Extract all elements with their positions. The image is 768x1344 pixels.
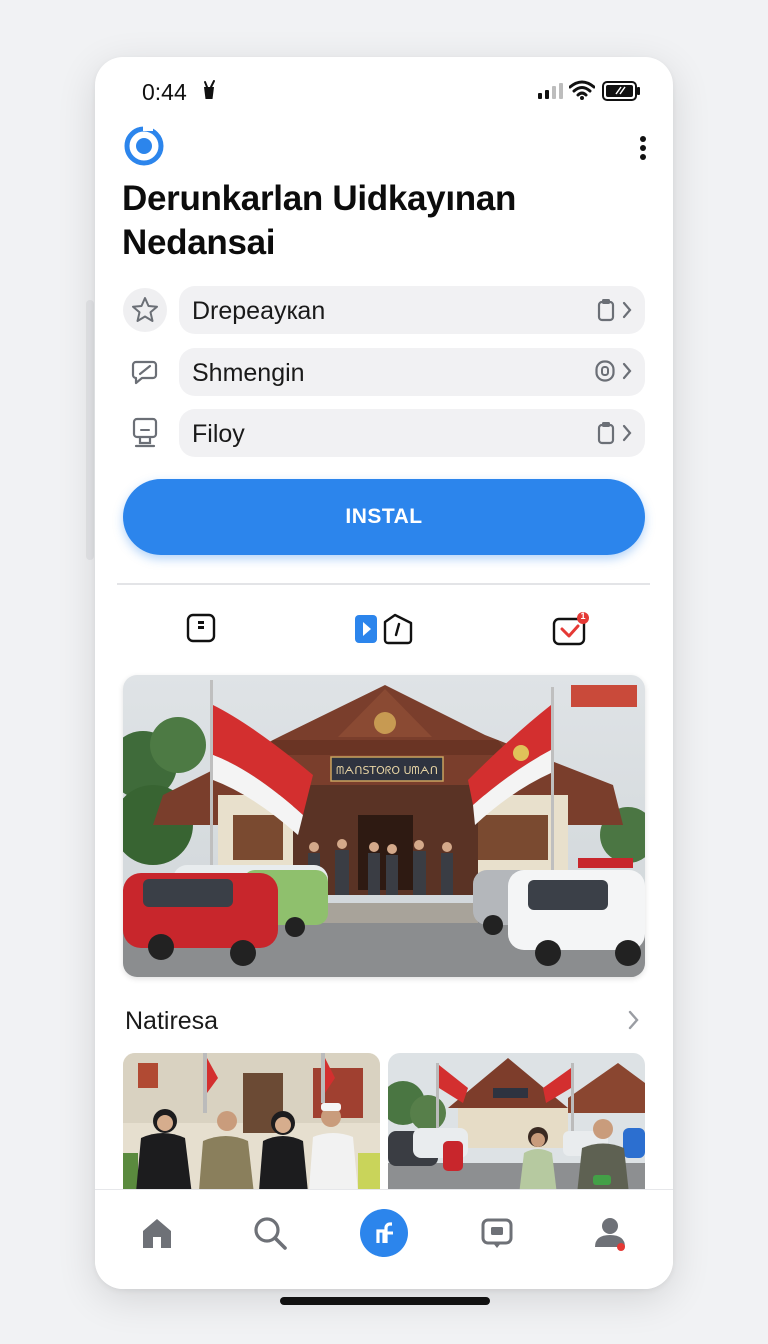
profile-icon (595, 1218, 625, 1251)
group-photo-image (123, 1053, 380, 1203)
chevron-right-icon (622, 301, 632, 319)
battery-icon (602, 81, 640, 101)
building-photo-image: ᗰᗅᑎSTOᖇO ᑌᗰᗅᑎ (123, 675, 645, 977)
record-icon (595, 360, 615, 382)
street-photo-image (388, 1053, 645, 1203)
file-icon (123, 411, 167, 455)
app-logo-icon (124, 125, 164, 166)
clipboard-icon (597, 422, 615, 445)
nav-messages[interactable] (472, 1208, 522, 1258)
more-options-button[interactable] (633, 135, 653, 161)
message-icon (481, 1218, 513, 1248)
nav-search[interactable] (245, 1208, 295, 1258)
more-vertical-icon (640, 136, 646, 160)
signal-icon (538, 83, 563, 99)
edit-icon (123, 350, 167, 394)
nav-home[interactable] (132, 1208, 182, 1258)
menu-item-label: Filoy (192, 420, 245, 448)
nav-feed[interactable] (359, 1208, 409, 1258)
wifi-icon (569, 80, 595, 100)
clipboard-icon (597, 299, 615, 322)
menu-item-2[interactable]: Shmengin (123, 348, 645, 396)
menu-pill[interactable]: Filoy (179, 409, 645, 457)
phone-frame: 0:44 Derunkarlan Uidkayınan Nedansai Dre… (95, 57, 673, 1289)
chevron-right-icon (622, 362, 632, 380)
search-icon (254, 1217, 287, 1250)
menu-item-3[interactable]: Filoy (123, 409, 645, 457)
star-icon (123, 288, 167, 332)
gallery-thumbnail[interactable] (123, 1053, 380, 1203)
tab-inbox[interactable]: 1 (551, 611, 591, 652)
media-icon (204, 80, 215, 99)
section-title: Natiresa (125, 1007, 219, 1035)
tab-media-icon[interactable] (354, 612, 414, 646)
bottom-navigation (95, 1189, 673, 1289)
building-sign-text: ᗰᗅᑎSTOᖇO ᑌᗰᗅᑎ (336, 764, 438, 777)
featured-photo[interactable]: ᗰᗅᑎSTOᖇO ᑌᗰᗅᑎ (123, 675, 645, 977)
menu-pill[interactable]: Drepeayкan (179, 286, 645, 334)
gallery-thumbnail[interactable] (388, 1053, 645, 1203)
divider (117, 583, 650, 585)
menu-item-1[interactable]: Drepeayкan (123, 286, 645, 334)
menu-pill[interactable]: Shmengin (179, 348, 645, 396)
menu-item-label: Shmengin (192, 359, 305, 387)
chevron-right-icon[interactable] (627, 1009, 641, 1031)
status-bar: 0:44 (95, 57, 673, 127)
status-time: 0:44 (142, 79, 187, 105)
notification-badge: 1 (580, 611, 586, 621)
menu-item-label: Drepeayкan (192, 297, 326, 325)
home-icon (143, 1219, 171, 1248)
home-indicator[interactable] (280, 1297, 490, 1305)
install-button[interactable]: INSTAL (123, 479, 645, 555)
nav-profile[interactable] (585, 1208, 635, 1258)
page-title: Derunkarlan Uidkayınan Nedansai (122, 179, 517, 262)
chevron-right-icon (622, 424, 632, 442)
background-strip (86, 300, 94, 560)
feed-icon (376, 1222, 393, 1243)
tab-document-icon[interactable] (185, 612, 217, 644)
